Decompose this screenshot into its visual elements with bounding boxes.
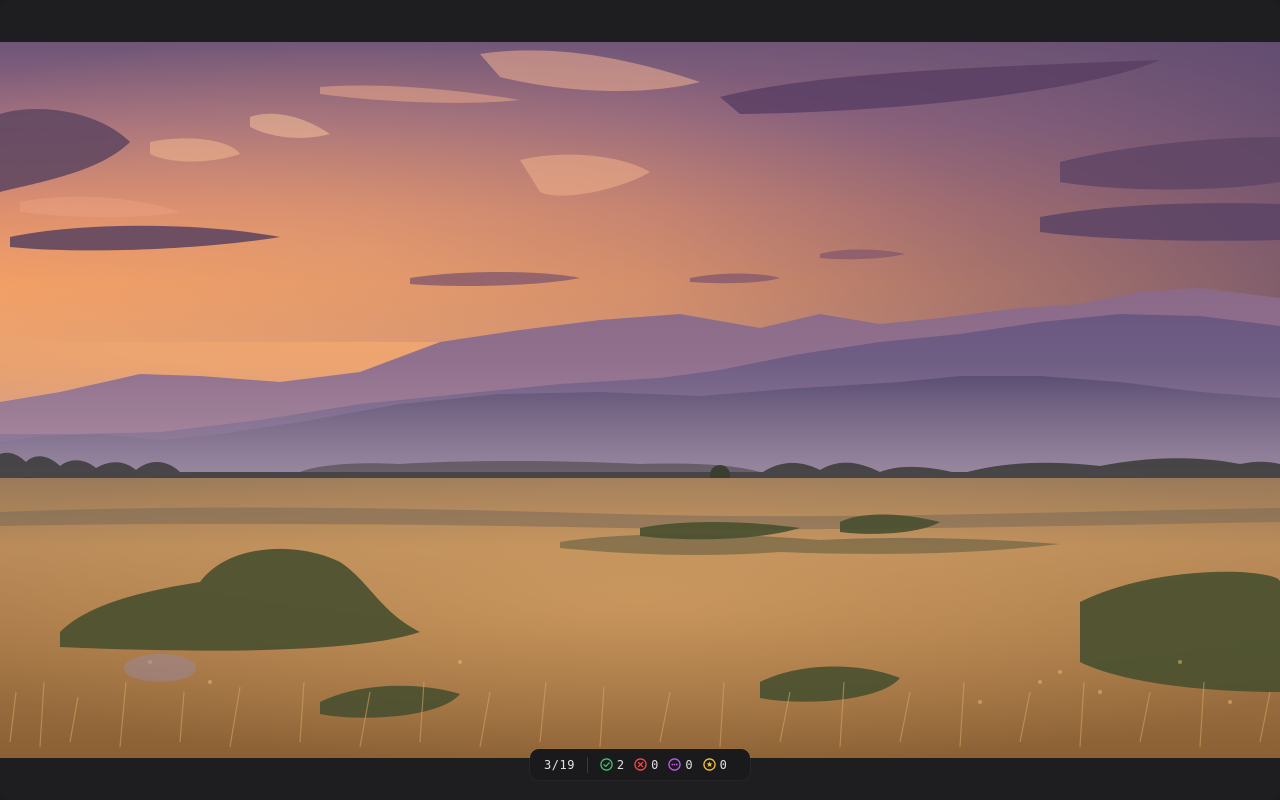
accepted-stat[interactable]: 2 <box>600 758 624 772</box>
photo-viewport[interactable] <box>0 42 1280 758</box>
accepted-count: 2 <box>616 757 625 772</box>
photo-review-window: 3/19 2 0 0 0 <box>0 0 1280 800</box>
image-counter: 3/19 <box>544 758 575 772</box>
rejected-count: 0 <box>651 757 659 772</box>
rejected-stat[interactable]: 0 <box>634 758 658 772</box>
starred-stat[interactable]: 0 <box>702 757 727 772</box>
x-circle-icon <box>634 758 647 771</box>
review-status-bar: 3/19 2 0 0 0 <box>530 749 750 780</box>
landscape-photo <box>0 42 1280 758</box>
counter-total: 19 <box>559 757 575 772</box>
top-bar <box>0 0 1280 42</box>
starred-count: 0 <box>719 757 727 772</box>
skipped-count: 0 <box>685 757 693 772</box>
status-divider <box>586 756 588 773</box>
counter-current: 3 <box>544 757 552 772</box>
check-circle-icon <box>600 758 613 771</box>
skipped-stat[interactable]: 0 <box>668 757 693 772</box>
star-circle-icon <box>702 758 716 771</box>
dots-circle-icon <box>668 758 682 771</box>
